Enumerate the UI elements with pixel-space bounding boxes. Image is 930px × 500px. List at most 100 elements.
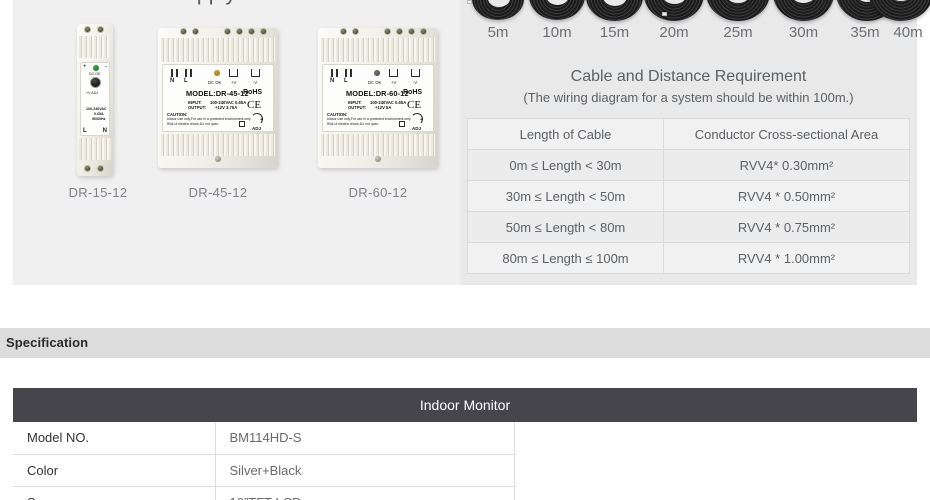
spec-key: Screen [13, 486, 216, 500]
adjust-plus-sign: + [260, 117, 263, 122]
cell-area: RVV4 * 0.75mm² [663, 211, 910, 243]
unit-faceplate: N L DC OK +V -V MODEL:DR-45-12 INPUT: 10… [162, 64, 274, 132]
cable-coil-30m [773, 0, 834, 21]
unit-vent-fins-bottom [321, 134, 435, 156]
cable-coil-row: 5m 10m 15m 20m 25m 30m 35m 40m [460, 0, 930, 41]
terminal-screw [180, 28, 187, 35]
specification-section-title: Specification [6, 335, 89, 350]
cable-coil-20m [644, 0, 704, 21]
terminal-label-n: N [102, 128, 107, 134]
terminal-screw [260, 28, 267, 35]
specification-section-band: Specification [0, 328, 930, 358]
cable-requirement-section: 5m 10m 15m 20m 25m 30m 35m 40m Cable and… [460, 0, 930, 285]
terminal-screw [408, 28, 415, 35]
terminal-label-n: N [170, 78, 175, 84]
terminal-label-l: L [83, 128, 87, 134]
coil-ring [773, 0, 834, 21]
terminal-screw [384, 28, 391, 35]
positive-output-label: +V [391, 80, 397, 85]
cable-coil-15m [586, 0, 643, 21]
output-spec-label: OUTPUT: [188, 105, 207, 110]
terminal-screw [248, 28, 255, 35]
cable-coil-25m [706, 0, 770, 21]
dc-ok-label: DC OK [89, 72, 101, 76]
terminal-screw [340, 28, 347, 35]
table-row: Screen 10”TFT LCD [13, 486, 515, 500]
ce-mark: CE [407, 99, 422, 111]
reset-button-graphic [239, 121, 245, 127]
terminal-label-l: L [344, 78, 348, 84]
cable-requirement-table: Length of Cable Conductor Cross-sectiona… [467, 118, 910, 274]
cable-requirement-subtitle: (The wiring diagram for a system should … [523, 90, 854, 105]
table-row: 50m ≤ Length < 80m RVV4 * 0.75mm² [467, 211, 910, 243]
terminal-screw [97, 165, 104, 172]
positive-output-label: +V [231, 80, 237, 85]
terminal-blade [331, 69, 333, 77]
spec-key: Color [13, 454, 216, 487]
terminal-blade [336, 69, 338, 77]
table-row: 80m ≤ Length ≤ 100m RVV4 * 1.00mm² [467, 242, 910, 274]
cell-area: RVV4 * 0.50mm² [663, 180, 910, 212]
input-spec-line-2: 0.65A [94, 112, 104, 116]
power-supply-unit-group: + - DC OK +V ADJ 100-240VAC 0.65A 50/60H… [13, 20, 460, 210]
cell-area: RVV4 * 1.00mm² [663, 242, 910, 274]
adjust-potentiometer [90, 77, 101, 88]
terminal-screw [84, 165, 91, 172]
unit-vent-fins-bottom [79, 138, 111, 160]
housing-screw [375, 156, 381, 162]
page-root: DIN Rail Power Supply for Modern Install… [0, 0, 930, 500]
dc-ok-led [93, 65, 99, 71]
input-spec-line-1: 100-240VAC [86, 107, 107, 111]
minus-sign-label: - [105, 64, 107, 70]
output-spec-label: OUTPUT: [348, 105, 367, 110]
indoor-monitor-spec-block: Indoor Monitor Model NO. BM114HD-S Color… [13, 388, 917, 500]
spec-value: BM114HD-S [215, 422, 515, 455]
cable-length-label-15m: 15m [599, 24, 630, 41]
unit-vent-fins-bottom [161, 134, 275, 156]
table-row: Model NO. BM114HD-S [13, 422, 515, 455]
model-number-text: MODEL:DR-60-12 [346, 89, 409, 98]
cell-length: 0m ≤ Length < 30m [467, 149, 664, 181]
caution-line-2: Risk of electric shock,Do not open. [167, 122, 220, 126]
unit-vent-fins-top [79, 36, 111, 58]
column-header-length: Length of Cable [467, 118, 664, 150]
ce-mark: CE [247, 99, 262, 111]
output-terminal-negative [411, 69, 420, 77]
terminal-screw [396, 28, 403, 35]
adjust-label: ADJ [412, 126, 422, 131]
terminal-screw [420, 28, 427, 35]
rohs-mark: RoHS [243, 89, 263, 96]
negative-output-label: -V [253, 80, 258, 85]
terminal-screw [84, 26, 91, 33]
terminal-label-l: L [184, 78, 188, 84]
negative-output-label: -V [413, 80, 418, 85]
terminal-screw [224, 28, 231, 35]
cable-requirement-title: Cable and Distance Requirement [570, 68, 807, 85]
terminal-screw [236, 28, 243, 35]
cable-coil-40m [868, 0, 930, 21]
terminal-screw [97, 26, 104, 33]
spec-value: 10”TFT LCD [215, 486, 515, 500]
unit-faceplate: N L DC OK +V -V MODEL:DR-60-12 INPUT: 10… [322, 64, 434, 132]
table-row: Color Silver+Black [13, 454, 515, 487]
unit-vent-fins-top [321, 38, 435, 62]
cable-length-label-30m: 30m [788, 24, 819, 41]
table-row: 0m ≤ Length < 30m RVV4* 0.30mm² [467, 149, 910, 181]
adjust-label: ADJ [252, 126, 262, 131]
cell-length: 80m ≤ Length ≤ 100m [467, 242, 664, 274]
terminal-blade [350, 69, 352, 77]
cell-length: 50m ≤ Length < 80m [467, 211, 664, 243]
voltage-adjust-label: +V ADJ [86, 91, 99, 95]
dc-ok-label: DC OK [368, 80, 382, 85]
cable-length-label-20m: 20m [659, 24, 689, 41]
model-number-text: MODEL:DR-45-12 [186, 89, 249, 98]
spec-value: Silver+Black [215, 454, 515, 487]
terminal-blade [345, 69, 347, 77]
unit-faceplate: + - DC OK +V ADJ 100-240VAC 0.65A 50/60H… [80, 62, 110, 136]
indoor-monitor-spec-table: Model NO. BM114HD-S Color Silver+Black S… [13, 422, 515, 500]
cable-length-label-40m: 40m [893, 24, 923, 41]
housing-screw [215, 156, 221, 162]
output-terminal-positive [389, 69, 398, 77]
cable-length-label-5m: 5m [487, 24, 509, 41]
unit-caption-dr-60-12: DR-60-12 [348, 185, 408, 200]
